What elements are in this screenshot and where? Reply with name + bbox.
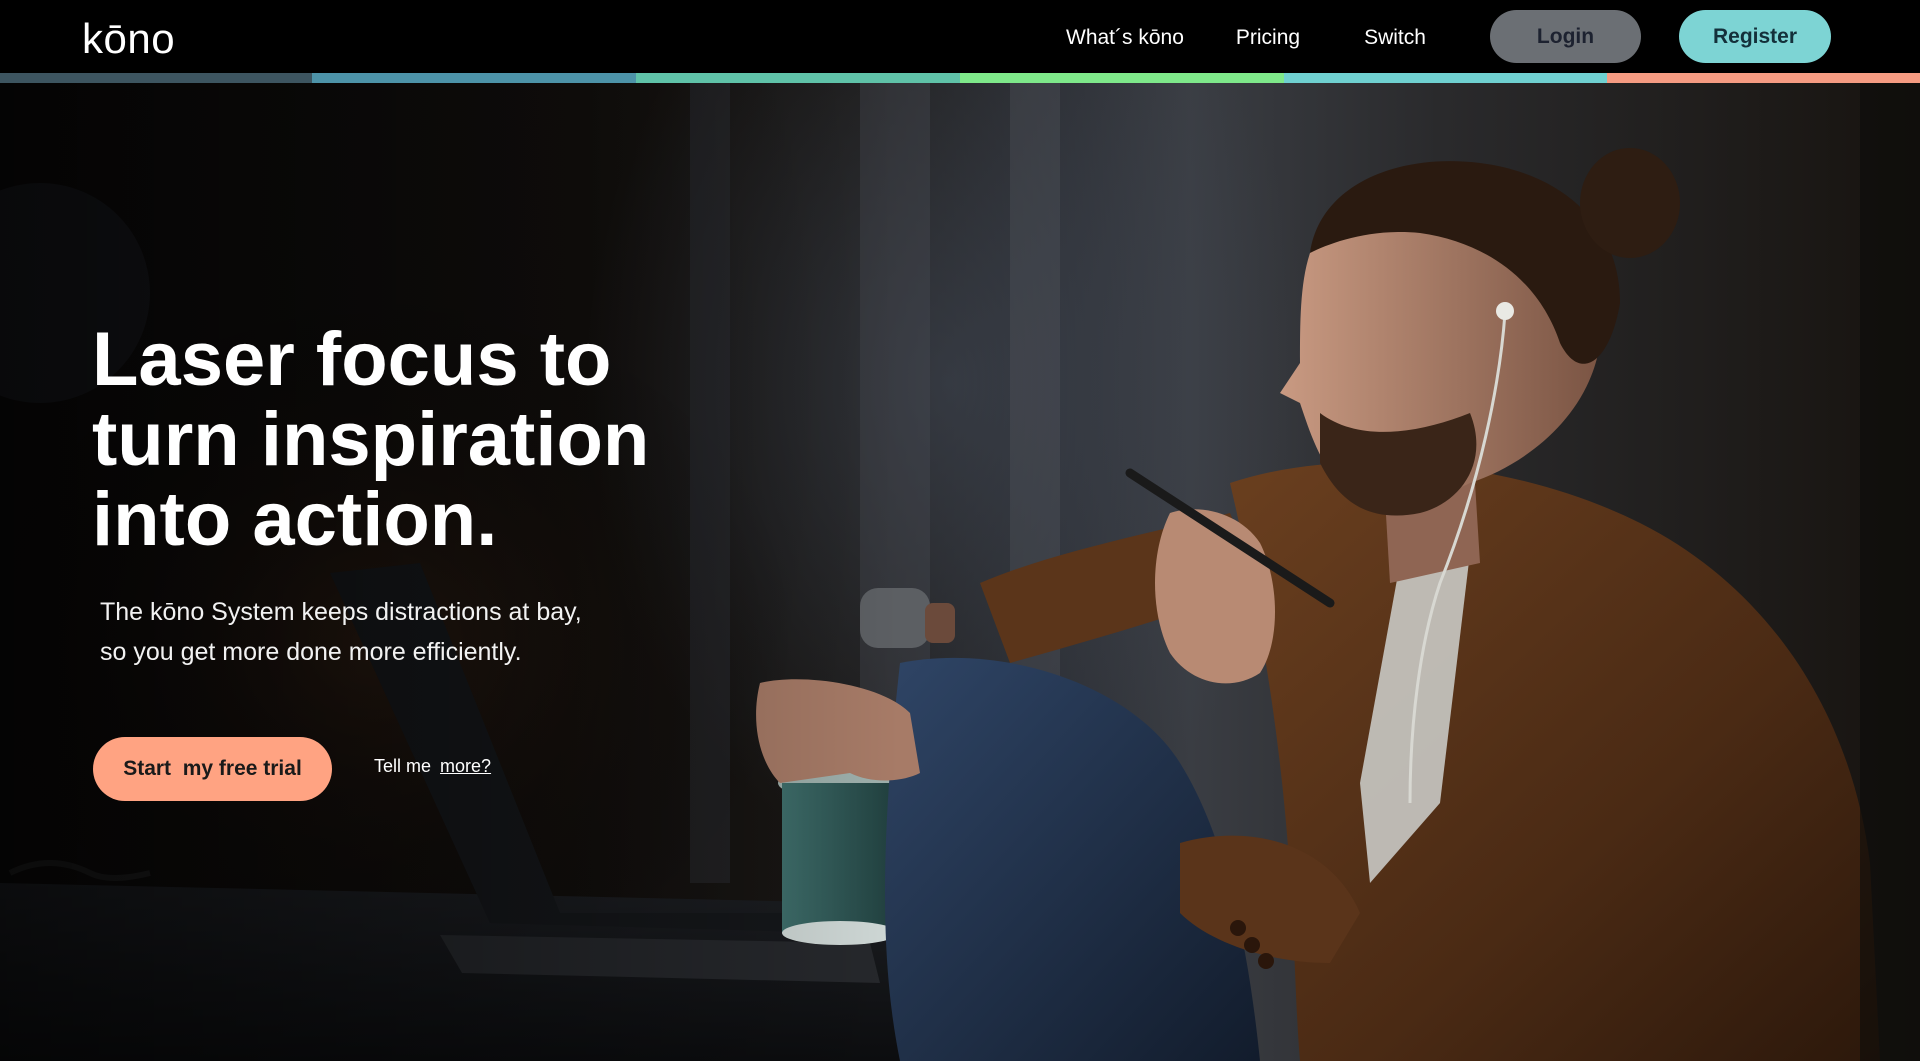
color-strip-segment-4 [960,73,1284,83]
tell-me-more: Tell me more? [374,756,491,777]
main-nav: What´s kōno Pricing Switch [1040,0,1452,75]
subtext-line-1: The kōno System keeps distractions at ba… [100,598,582,626]
landing-page: kōno What´s kōno Pricing Switch Login Re… [0,0,1920,1061]
nav-link-pricing[interactable]: Pricing [1210,0,1326,75]
brand-color-strip [0,73,1920,83]
tell-me-prefix: Tell me [374,756,432,776]
headline-line-1: Laser focus to [92,317,612,402]
color-strip-segment-3 [636,73,960,83]
kono-logo[interactable]: kōno [82,14,175,64]
color-strip-segment-2 [312,73,636,83]
top-navbar: kōno What´s kōno Pricing Switch Login Re… [0,0,1920,75]
start-free-trial-button[interactable]: Start my free trial [93,737,332,801]
hero-headline: Laser focus to turn inspiration into act… [92,320,792,560]
hero-vignette [0,83,900,1061]
headline-line-3: into action. [92,477,498,562]
login-button[interactable]: Login [1490,10,1641,63]
color-strip-segment-1 [0,73,312,83]
nav-link-whats-kono[interactable]: What´s kōno [1040,0,1210,75]
hero-subtext: The kōno System keeps distractions at ba… [100,592,660,672]
tell-me-more-link[interactable]: more? [440,756,491,776]
headline-line-2: turn inspiration [92,397,650,482]
color-strip-segment-6 [1607,73,1920,83]
hero-section [0,83,1920,1061]
register-button[interactable]: Register [1679,10,1831,63]
subtext-line-2: so you get more done more efficiently. [100,638,522,666]
nav-link-switch[interactable]: Switch [1326,0,1452,75]
color-strip-segment-5 [1284,73,1607,83]
